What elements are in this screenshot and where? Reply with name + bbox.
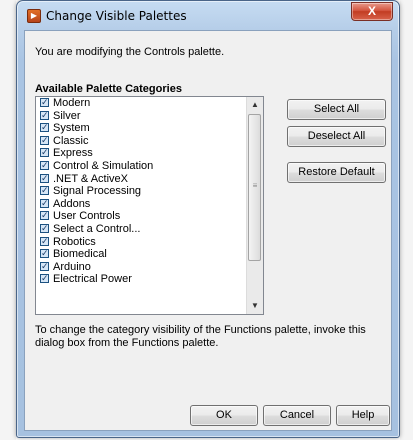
- checkbox[interactable]: ✓: [40, 160, 49, 170]
- category-label: Arduino: [53, 260, 91, 273]
- list-scrollbar[interactable]: ▲ ≡ ▼: [246, 97, 263, 314]
- category-item[interactable]: ✓ Silver: [36, 110, 248, 123]
- category-label: Control & Simulation: [53, 159, 154, 172]
- category-item[interactable]: ✓ Addons: [36, 198, 248, 211]
- category-item[interactable]: ✓ Control & Simulation: [36, 160, 248, 173]
- category-label: Biomedical: [53, 248, 107, 261]
- category-item[interactable]: ✓ Express: [36, 147, 248, 160]
- category-label: Modern: [53, 97, 91, 109]
- dialog-window: ▶ Change Visible Palettes X You are modi…: [16, 0, 400, 438]
- restore-default-button[interactable]: Restore Default: [287, 162, 386, 183]
- category-item[interactable]: ✓ Classic: [36, 135, 248, 148]
- functions-palette-note: To change the category visibility of the…: [35, 324, 366, 349]
- category-label: Addons: [53, 197, 91, 210]
- category-item[interactable]: ✓ Modern: [36, 97, 248, 110]
- background-left: [0, 0, 16, 440]
- checkbox[interactable]: ✓: [40, 274, 49, 284]
- section-heading: Available Palette Categories: [35, 83, 182, 95]
- window-title: Change Visible Palettes: [46, 9, 187, 23]
- background-right: [400, 0, 413, 440]
- category-label: System: [53, 122, 90, 135]
- ok-button[interactable]: OK: [190, 405, 258, 426]
- category-label: Silver: [53, 109, 81, 122]
- category-item[interactable]: ✓ Biomedical: [36, 248, 248, 261]
- close-button[interactable]: X: [351, 2, 393, 21]
- checkbox[interactable]: ✓: [40, 211, 49, 221]
- checkbox[interactable]: ✓: [40, 110, 49, 120]
- checkbox[interactable]: ✓: [40, 236, 49, 246]
- deselect-all-button[interactable]: Deselect All: [287, 126, 386, 147]
- category-label: Signal Processing: [53, 185, 142, 198]
- category-label: Express: [53, 147, 93, 160]
- category-label: Select a Control...: [53, 222, 141, 235]
- category-label: Classic: [53, 134, 89, 147]
- checkbox[interactable]: ✓: [40, 173, 49, 183]
- dialog-body: You are modifying the Controls palette. …: [24, 30, 392, 431]
- checkbox[interactable]: ✓: [40, 148, 49, 158]
- category-item[interactable]: ✓ User Controls: [36, 210, 248, 223]
- category-label: .NET & ActiveX: [53, 172, 128, 185]
- category-item[interactable]: ✓ Signal Processing: [36, 185, 248, 198]
- scrollbar-thumb[interactable]: ≡: [248, 114, 261, 261]
- category-item[interactable]: ✓ .NET & ActiveX: [36, 173, 248, 186]
- checkbox[interactable]: ✓: [40, 186, 49, 196]
- grip-icon: ≡: [252, 181, 258, 190]
- category-label: Electrical Power: [53, 273, 132, 286]
- scroll-up-arrow-icon[interactable]: ▲: [247, 97, 263, 113]
- checkbox[interactable]: ✓: [40, 198, 49, 208]
- palette-category-list[interactable]: ✓ Modern ✓ Silver ✓ System ✓ Classic ✓ Express ✓ Co…: [35, 96, 264, 315]
- category-label: Robotics: [53, 235, 96, 248]
- info-text: You are modifying the Controls palette.: [35, 46, 225, 58]
- category-items: ✓ Modern ✓ Silver ✓ System ✓ Classic ✓ Express ✓ Co…: [36, 97, 248, 286]
- checkbox[interactable]: ✓: [40, 123, 49, 133]
- checkbox[interactable]: ✓: [40, 223, 49, 233]
- category-item[interactable]: ✓ Electrical Power: [36, 273, 248, 286]
- checkbox[interactable]: ✓: [40, 98, 49, 107]
- app-icon: ▶: [27, 9, 41, 23]
- scroll-down-arrow-icon[interactable]: ▼: [247, 298, 263, 314]
- checkbox[interactable]: ✓: [40, 249, 49, 259]
- category-item[interactable]: ✓ Arduino: [36, 261, 248, 274]
- help-button[interactable]: Help: [336, 405, 390, 426]
- checkbox[interactable]: ✓: [40, 135, 49, 145]
- category-item[interactable]: ✓ Select a Control...: [36, 223, 248, 236]
- cancel-button[interactable]: Cancel: [263, 405, 331, 426]
- select-all-button[interactable]: Select All: [287, 99, 386, 120]
- category-item[interactable]: ✓ Robotics: [36, 236, 248, 249]
- checkbox[interactable]: ✓: [40, 261, 49, 271]
- category-label: User Controls: [53, 210, 121, 223]
- category-item[interactable]: ✓ System: [36, 122, 248, 135]
